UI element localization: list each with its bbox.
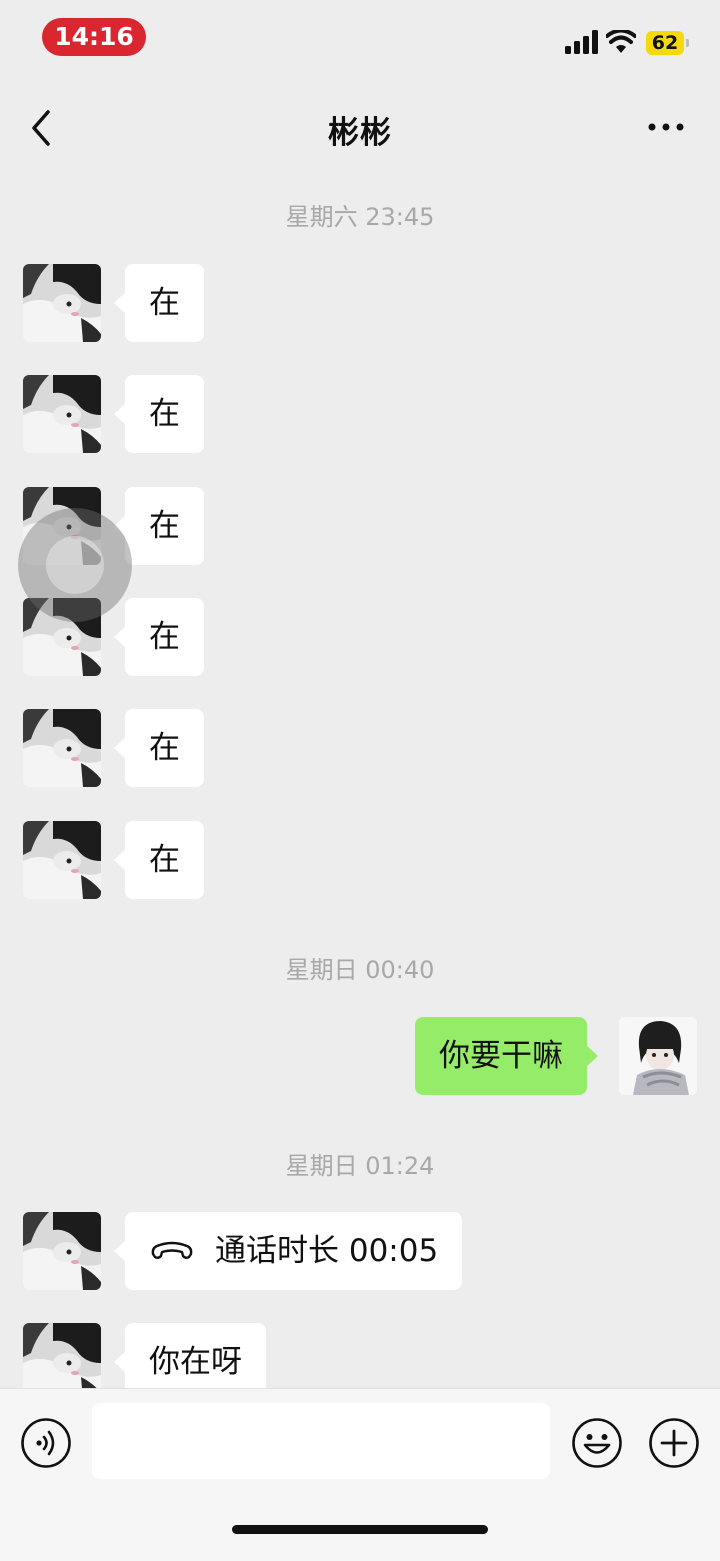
chat-header: 彬彬 xyxy=(0,90,720,164)
contact-avatar[interactable] xyxy=(23,375,101,453)
message-bubble[interactable]: 在 xyxy=(114,487,204,565)
time-divider: 星期日 00:40 xyxy=(285,956,435,984)
message-bubble[interactable]: 在 xyxy=(114,598,204,676)
more-dots-icon[interactable] xyxy=(644,112,688,142)
status-bar: 14:16 62 xyxy=(0,0,720,80)
contact-avatar[interactable] xyxy=(23,1212,101,1290)
time-divider: 星期六 23:45 xyxy=(285,203,435,231)
message-bubble[interactable]: 在 xyxy=(114,264,204,342)
chat-title: 彬彬 xyxy=(328,115,392,151)
contact-avatar[interactable] xyxy=(23,264,101,342)
battery-indicator: 62 xyxy=(646,31,689,55)
self-avatar[interactable] xyxy=(619,1017,697,1095)
plus-icon[interactable] xyxy=(648,1417,700,1469)
signal-icon xyxy=(565,30,598,54)
input-bar xyxy=(0,1388,720,1561)
home-indicator xyxy=(232,1525,488,1534)
assistive-touch-button[interactable] xyxy=(18,508,132,622)
contact-avatar[interactable] xyxy=(23,709,101,787)
contact-avatar[interactable] xyxy=(23,821,101,899)
message-bubble[interactable]: 你在呀 xyxy=(114,1323,266,1388)
emoji-icon[interactable] xyxy=(571,1417,623,1469)
message-bubble[interactable]: 在 xyxy=(114,375,204,453)
message-input[interactable] xyxy=(92,1403,550,1479)
message-bubble[interactable]: 在 xyxy=(114,821,204,899)
voice-icon[interactable] xyxy=(20,1417,72,1469)
status-time: 14:16 xyxy=(42,18,146,56)
message-bubble-outgoing[interactable]: 你要干嘛 xyxy=(415,1017,598,1095)
call-record-bubble[interactable]: 通话时长 00:05 xyxy=(113,1212,463,1290)
time-divider: 星期日 01:24 xyxy=(285,1152,435,1180)
message-list[interactable]: 星期六 23:45 在 在 在 在 在 在 星期日 00:40 你要干嘛 星期日… xyxy=(0,164,720,1388)
contact-avatar[interactable] xyxy=(23,1323,101,1388)
message-bubble[interactable]: 在 xyxy=(114,709,204,787)
call-duration-text: 通话时长 00:05 xyxy=(215,1233,439,1269)
wifi-icon xyxy=(606,30,636,53)
phone-hangup-icon xyxy=(151,1241,193,1259)
